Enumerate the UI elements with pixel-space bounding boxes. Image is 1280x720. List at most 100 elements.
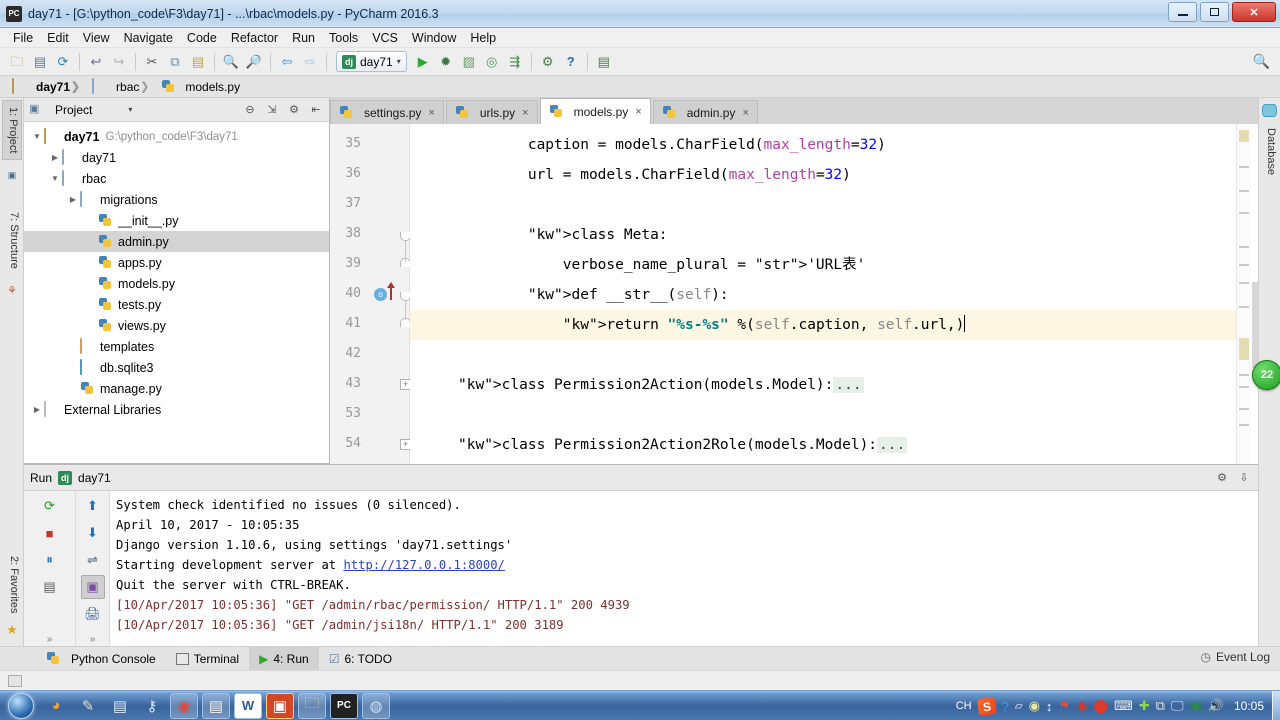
- event-log-button[interactable]: ◷ Event Log: [1200, 650, 1270, 664]
- chevron-down-icon[interactable]: ▼: [48, 174, 62, 183]
- tree-item-day71[interactable]: ▶ day71: [24, 147, 329, 168]
- shield-red-icon[interactable]: ◉: [1076, 698, 1087, 714]
- save-disk-icon[interactable]: ▤: [106, 693, 134, 719]
- menu-file[interactable]: File: [6, 29, 40, 47]
- tree-item-rbac[interactable]: ▼ rbac: [24, 168, 329, 189]
- settings-gear-icon[interactable]: ⚙: [1214, 470, 1230, 486]
- print-icon[interactable]: 🖨: [81, 602, 105, 626]
- sidebar-item-favorites[interactable]: 2: Favorites: [2, 550, 22, 619]
- code-line[interactable]: "kw">class Permission2Action(models.Mode…: [410, 370, 1280, 400]
- menu-vcs[interactable]: VCS: [365, 29, 405, 47]
- paint-tool-icon[interactable]: ✎: [74, 693, 102, 719]
- search-everywhere-icon[interactable]: 🔍: [1253, 53, 1270, 70]
- memory-indicator[interactable]: [8, 674, 22, 687]
- flag-icon[interactable]: ⚑: [1058, 698, 1070, 714]
- rerun-icon[interactable]: ⟳: [38, 494, 62, 518]
- close-icon[interactable]: ×: [522, 107, 528, 119]
- editor-tab-models-py[interactable]: models.py ×: [539, 98, 651, 124]
- code-line[interactable]: caption = models.CharField(max_length=32…: [410, 130, 1280, 160]
- print-layout-icon[interactable]: ▤: [38, 575, 62, 599]
- close-icon[interactable]: ×: [742, 107, 748, 119]
- menu-refactor[interactable]: Refactor: [224, 29, 285, 47]
- code-line[interactable]: [410, 400, 1280, 430]
- editor-tab-admin-py[interactable]: admin.py ×: [652, 100, 758, 124]
- coverage-icon[interactable]: ▨: [458, 51, 480, 73]
- tree-item-admin-py[interactable]: admin.py: [24, 231, 329, 252]
- soft-wrap-icon[interactable]: ⇌: [81, 548, 105, 572]
- overflow-chevron-icon[interactable]: »: [47, 634, 53, 645]
- code-line[interactable]: url = models.CharField(max_length=32): [410, 160, 1280, 190]
- ime-ch-icon[interactable]: CH: [956, 700, 972, 712]
- code-lines[interactable]: caption = models.CharField(max_length=32…: [410, 124, 1280, 464]
- breadcrumb-item-rbac[interactable]: rbac ❯: [88, 77, 149, 95]
- tree-item-migrations[interactable]: ▶ migrations: [24, 189, 329, 210]
- tab-python-console[interactable]: Python Console: [36, 647, 166, 671]
- pycharm-window-task[interactable]: PC: [330, 692, 358, 719]
- undo-icon[interactable]: ↩: [85, 51, 107, 73]
- navigate-back-icon[interactable]: ⇦: [276, 51, 298, 73]
- navigate-forward-icon[interactable]: ⇨: [299, 51, 321, 73]
- sync-refresh-icon[interactable]: ⟳: [52, 51, 74, 73]
- server-url-link[interactable]: http://127.0.0.1:8000/: [343, 558, 504, 572]
- code-line[interactable]: "kw">class Permission2Action2Role(models…: [410, 430, 1280, 460]
- tree-item-models-py[interactable]: models.py: [24, 273, 329, 294]
- tab-terminal[interactable]: Terminal: [166, 647, 249, 671]
- attach-process-icon[interactable]: ⇶: [504, 51, 526, 73]
- tab-todo[interactable]: ☑ 6: TODO: [319, 647, 402, 671]
- breadcrumb-item-day71[interactable]: day71 ❯: [8, 77, 80, 95]
- help-icon[interactable]: ?: [560, 51, 582, 73]
- pause-icon[interactable]: ⏸: [38, 548, 62, 572]
- tree-item-views-py[interactable]: views.py: [24, 315, 329, 336]
- menu-window[interactable]: Window: [405, 29, 463, 47]
- tree-item-apps-py[interactable]: apps.py: [24, 252, 329, 273]
- record-icon[interactable]: ⬤: [1093, 698, 1108, 714]
- chrome-window[interactable]: ◉: [170, 692, 198, 719]
- show-hidden-icon[interactable]: ▱: [1015, 701, 1023, 712]
- volume-icon[interactable]: 🔊: [1208, 698, 1224, 714]
- hide-window-icon[interactable]: ⇩: [1236, 470, 1252, 486]
- minimize-button[interactable]: [1168, 2, 1197, 22]
- override-method-icon[interactable]: o: [374, 288, 387, 301]
- overflow-chevron-icon[interactable]: »: [90, 634, 96, 645]
- run-icon[interactable]: ▶: [412, 51, 434, 73]
- save-all-icon[interactable]: ▤: [29, 51, 51, 73]
- scroll-down-icon[interactable]: ⬇: [81, 521, 105, 545]
- open-folder-icon[interactable]: 🗀: [6, 51, 28, 73]
- sidebar-item-database[interactable]: Database: [1259, 124, 1279, 179]
- powerpoint-window[interactable]: ▣: [266, 692, 294, 719]
- code-line[interactable]: verbose_name_plural = "str">'URL表': [410, 250, 1280, 280]
- menu-help[interactable]: Help: [463, 29, 503, 47]
- cut-icon[interactable]: ✂: [141, 51, 163, 73]
- code-line[interactable]: [410, 340, 1280, 370]
- key-tool-icon[interactable]: ⚷: [138, 693, 166, 719]
- settings-gear-icon[interactable]: ⚙: [286, 102, 302, 118]
- chevron-right-icon[interactable]: ▶: [66, 195, 80, 204]
- menu-run[interactable]: Run: [285, 29, 322, 47]
- media-player-icon[interactable]: ◕: [42, 693, 70, 719]
- tree-item-manage-py[interactable]: manage.py: [24, 378, 329, 399]
- help-icon[interactable]: ?: [1002, 699, 1009, 714]
- excel-tray-icon[interactable]: ▣: [1189, 698, 1201, 714]
- tree-item-db-sqlite3[interactable]: db.sqlite3: [24, 357, 329, 378]
- editor-tab-settings-py[interactable]: settings.py ×: [330, 100, 444, 124]
- console-output[interactable]: System check identified no issues (0 sil…: [110, 491, 1258, 647]
- code-editor[interactable]: 35 36 37 38 39 40 o 41 42 43 +53 54 + caption = mode…: [330, 124, 1280, 487]
- breadcrumb-item-modelspy[interactable]: models.py: [157, 79, 250, 95]
- scroll-up-icon[interactable]: ⬆: [81, 494, 105, 518]
- updown-icon[interactable]: ↕: [1046, 699, 1053, 714]
- menu-code[interactable]: Code: [180, 29, 224, 47]
- close-icon[interactable]: ×: [428, 107, 434, 119]
- tab-run[interactable]: ▶ 4: Run: [249, 646, 319, 671]
- debug-icon[interactable]: ✹: [435, 51, 457, 73]
- sidebar-item-structure[interactable]: 7: Structure: [2, 206, 22, 275]
- keyboard-tray-icon[interactable]: ⌨: [1114, 698, 1133, 714]
- code-line[interactable]: "kw">return "%s-%s" %(self.caption, self…: [410, 310, 1280, 340]
- close-button[interactable]: ✕: [1232, 2, 1276, 22]
- editor-marker-bar[interactable]: [1236, 124, 1250, 464]
- copy-icon[interactable]: ⧉: [164, 51, 186, 73]
- menu-tools[interactable]: Tools: [322, 29, 365, 47]
- tree-item-templates[interactable]: templates: [24, 336, 329, 357]
- notepad-window[interactable]: ▤: [202, 692, 230, 719]
- editor-gutter[interactable]: 35 36 37 38 39 40 o 41 42 43 +53 54 +: [330, 124, 411, 464]
- explorer-window[interactable]: 🗀: [298, 692, 326, 719]
